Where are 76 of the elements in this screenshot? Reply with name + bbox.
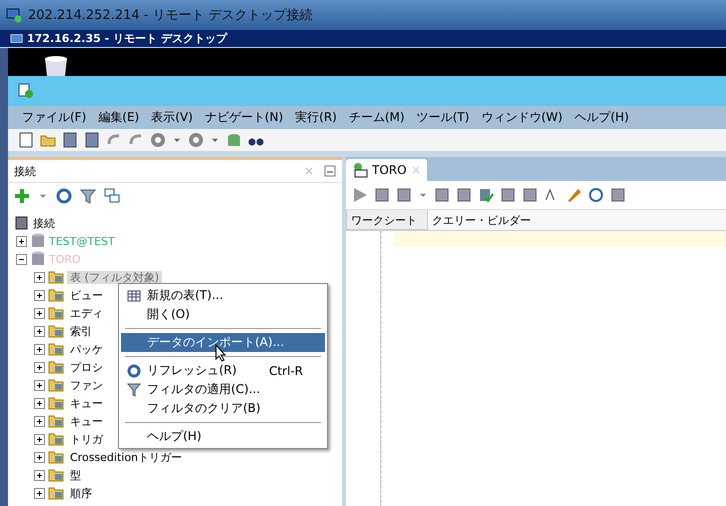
run-icon[interactable] bbox=[352, 187, 368, 203]
app-icon bbox=[18, 83, 34, 99]
menu-item[interactable]: チーム(M) bbox=[348, 109, 405, 126]
folder-icon bbox=[48, 323, 64, 339]
expand-toggle[interactable] bbox=[34, 326, 45, 336]
context-menu-item[interactable]: ヘルプ(H) bbox=[121, 427, 325, 446]
menu-item[interactable]: ナビゲート(N) bbox=[204, 109, 284, 126]
tree-node-label[interactable]: 表 (フィルタ対象) bbox=[67, 270, 162, 284]
folder-icon bbox=[48, 485, 64, 501]
expand-toggle[interactable] bbox=[16, 236, 27, 246]
window-title: 202.214.252.214 - リモート デスクトップ接続 bbox=[28, 7, 313, 24]
sub-tab[interactable]: クエリー・ビルダー bbox=[428, 210, 539, 230]
menu-item[interactable]: ファイル(F) bbox=[22, 109, 86, 126]
folder-icon bbox=[48, 431, 64, 447]
folder-icon bbox=[48, 377, 64, 393]
tree-node-label[interactable]: プロシ bbox=[67, 360, 106, 374]
menu-item[interactable]: 実行(R) bbox=[295, 109, 337, 126]
folder-icon bbox=[48, 269, 64, 285]
expand-toggle[interactable] bbox=[34, 344, 45, 354]
tree-node-label[interactable]: ファン bbox=[67, 378, 106, 392]
tree-node-label[interactable]: パッケ bbox=[67, 342, 106, 356]
pencil-icon[interactable] bbox=[566, 187, 582, 203]
sub-tab[interactable]: ワークシート bbox=[346, 210, 428, 230]
menu-item[interactable]: 編集(E) bbox=[98, 109, 140, 126]
menu-item[interactable]: 表示(V) bbox=[151, 109, 193, 126]
table-icon bbox=[127, 288, 141, 302]
new-file-icon[interactable] bbox=[18, 132, 34, 148]
tree-node-label[interactable]: キュー bbox=[67, 414, 106, 428]
panel-title: 接続 bbox=[14, 164, 36, 178]
tree-node-label[interactable]: エディ bbox=[67, 306, 106, 320]
expand-toggle[interactable] bbox=[34, 452, 45, 462]
folder-icon bbox=[48, 395, 64, 411]
expand-toggle[interactable] bbox=[34, 380, 45, 390]
tree-node-label[interactable]: 順序 bbox=[67, 486, 95, 500]
expand-toggle[interactable] bbox=[34, 434, 45, 444]
expand-toggle[interactable] bbox=[34, 362, 45, 372]
plus-icon[interactable] bbox=[14, 188, 30, 204]
menu-item[interactable]: ヘルプ(H) bbox=[574, 109, 629, 126]
tree-node-label[interactable]: トリガ bbox=[67, 432, 106, 446]
collapse-toggle[interactable] bbox=[16, 254, 27, 264]
menu-item[interactable]: ツール(T) bbox=[416, 109, 470, 126]
context-menu-item[interactable]: フィルタの適用(C)... bbox=[121, 380, 325, 399]
expand-toggle[interactable] bbox=[34, 470, 45, 480]
database-check-icon[interactable] bbox=[478, 187, 494, 203]
expand-toggle[interactable] bbox=[34, 290, 45, 300]
filter-icon bbox=[127, 382, 141, 396]
context-menu-item[interactable]: フィルタのクリア(B) bbox=[121, 399, 325, 418]
tree-node-label[interactable]: Crosseditionトリガー bbox=[67, 450, 186, 464]
context-menu-item[interactable]: データのインポート(A)... bbox=[121, 333, 325, 352]
remote-desktop-title: 172.16.2.35 - リモート デスクトップ bbox=[27, 31, 227, 46]
folder-icon bbox=[48, 305, 64, 321]
tree-node-label[interactable]: ビュー bbox=[67, 288, 106, 302]
context-menu-item[interactable]: 開く(O) bbox=[121, 305, 325, 324]
context-menu-item[interactable]: リフレッシュ(R) Ctrl-R bbox=[121, 361, 325, 380]
collapse-icon[interactable] bbox=[104, 188, 120, 204]
minimize-icon[interactable] bbox=[324, 165, 336, 177]
context-menu-item[interactable]: 新規の表(T)... bbox=[121, 286, 325, 305]
expand-toggle[interactable] bbox=[34, 272, 45, 282]
folder-icon bbox=[48, 359, 64, 375]
expand-toggle[interactable] bbox=[34, 416, 45, 426]
tree-node-label[interactable]: キュー bbox=[67, 396, 106, 410]
editor-tab[interactable]: TORO bbox=[346, 159, 427, 181]
folder-icon bbox=[48, 467, 64, 483]
tree-root-label[interactable]: 接続 bbox=[33, 216, 55, 230]
filter-icon[interactable] bbox=[80, 188, 96, 204]
expand-toggle[interactable] bbox=[34, 398, 45, 408]
folder-icon bbox=[48, 287, 64, 303]
folder-icon bbox=[48, 341, 64, 357]
expand-toggle[interactable] bbox=[34, 488, 45, 498]
menu-item[interactable]: ウィンドウ(W) bbox=[481, 109, 562, 126]
monitor-icon bbox=[6, 7, 22, 23]
folder-icon bbox=[48, 449, 64, 465]
tree-node-label[interactable]: 索引 bbox=[67, 324, 95, 338]
folder-icon bbox=[48, 413, 64, 429]
tree-node-label[interactable]: 型 bbox=[67, 468, 84, 482]
expand-toggle[interactable] bbox=[34, 308, 45, 318]
